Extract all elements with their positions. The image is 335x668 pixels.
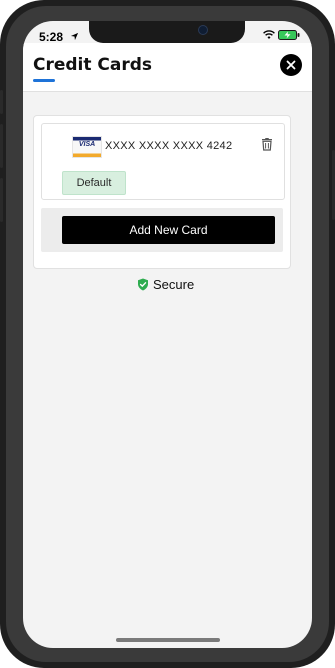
app-screen: 5:28 Credit Cards VISA XXXX XXXX XXXX 42… <box>23 21 312 648</box>
secure-indicator: Secure <box>137 277 194 292</box>
status-time: 5:28 <box>39 30 64 44</box>
trash-icon[interactable] <box>261 137 273 151</box>
battery-charging-icon <box>278 30 300 40</box>
side-button-volume-down <box>0 178 3 222</box>
visa-logo: VISA <box>72 136 102 158</box>
header: Credit Cards <box>23 43 312 92</box>
title-underline <box>33 79 55 82</box>
default-badge: Default <box>62 171 126 195</box>
card-number: XXXX XXXX XXXX 4242 <box>105 140 233 152</box>
add-new-card-button[interactable]: Add New Card <box>62 216 275 244</box>
phone-frame: 5:28 Credit Cards VISA XXXX XXXX XXXX 42… <box>0 0 335 668</box>
status-icons <box>263 30 300 40</box>
secure-label: Secure <box>153 277 195 292</box>
location-arrow-icon <box>70 32 79 41</box>
close-button[interactable] <box>280 54 302 76</box>
card-brand: VISA <box>78 141 96 148</box>
side-button-mute <box>0 90 3 114</box>
close-icon <box>286 60 296 70</box>
cards-panel: VISA XXXX XXXX XXXX 4242 Default Add New… <box>33 115 291 269</box>
side-button-volume-up <box>0 124 3 168</box>
camera <box>198 25 208 35</box>
credit-card-item[interactable]: VISA XXXX XXXX XXXX 4242 Default <box>41 123 285 200</box>
notch <box>89 21 245 43</box>
home-indicator <box>116 638 220 642</box>
add-card-area: Add New Card <box>41 208 283 252</box>
page-title: Credit Cards <box>33 55 153 75</box>
wifi-icon <box>263 30 275 39</box>
shield-check-icon <box>138 278 148 291</box>
